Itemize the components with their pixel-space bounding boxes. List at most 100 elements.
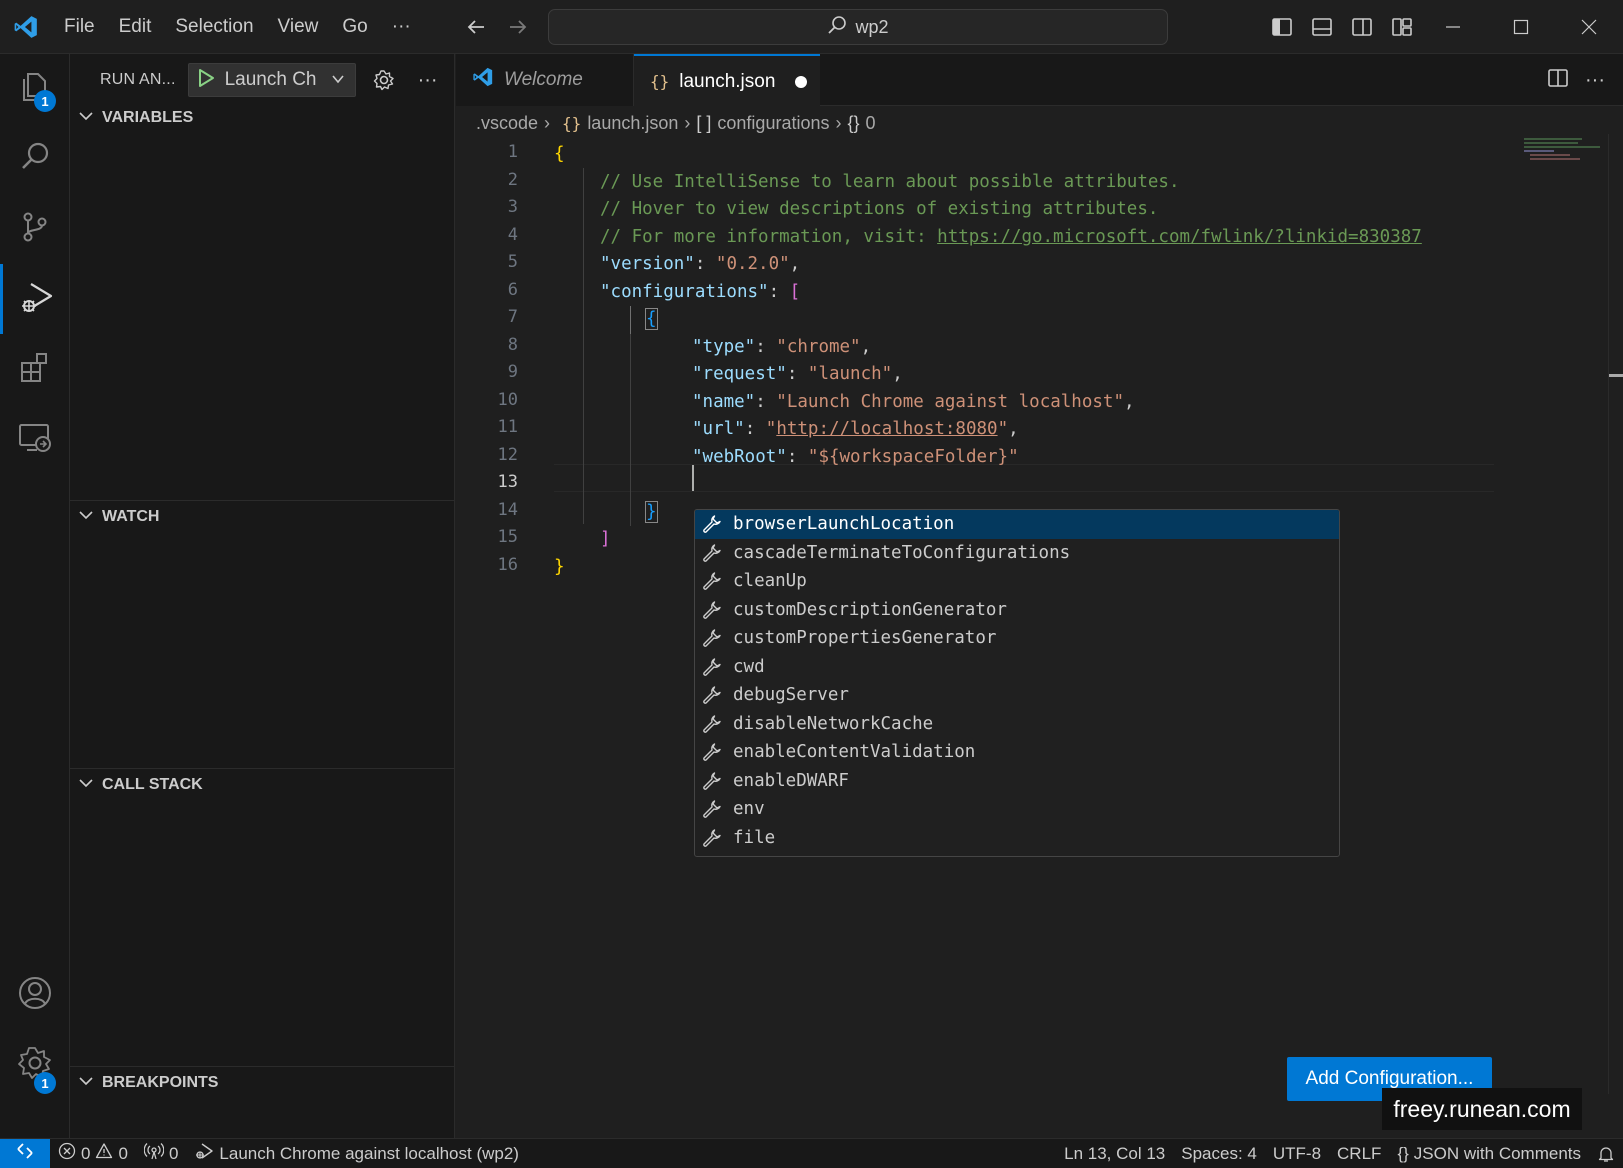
status-bar-right: Ln 13, Col 13 Spaces: 4 UTF-8 CRLF {} JS… (1056, 1139, 1623, 1168)
wrench-icon (701, 741, 723, 763)
suggest-item[interactable]: cwd (695, 653, 1339, 682)
encoding-status[interactable]: UTF-8 (1265, 1139, 1329, 1168)
line-number: 16 (497, 554, 518, 575)
line-number: 8 (507, 334, 518, 355)
suggest-item[interactable]: customPropertiesGenerator (695, 624, 1339, 653)
indent-guide (630, 306, 631, 526)
back-arrow-icon[interactable] (462, 13, 490, 41)
breadcrumb-file[interactable]: launch.json (587, 113, 678, 134)
activity-manage[interactable]: 1 (0, 1030, 70, 1100)
breadcrumb-object-index[interactable]: 0 (866, 113, 876, 134)
remote-explorer-icon (17, 419, 53, 460)
title-bar: File Edit Selection View Go ··· wp2 (0, 0, 1623, 54)
vertical-scrollbar[interactable] (1608, 134, 1623, 1094)
tab-launch-json[interactable]: {} launch.json (634, 54, 820, 107)
language-mode-status[interactable]: {} JSON with Comments (1389, 1139, 1589, 1168)
activity-accounts[interactable] (0, 960, 70, 1030)
menu-more[interactable]: ··· (380, 0, 423, 54)
more-actions-icon[interactable]: ··· (412, 64, 444, 96)
suggest-item[interactable]: cleanUp (695, 567, 1339, 596)
suggest-item[interactable]: cascadeTerminateToConfigurations (695, 539, 1339, 568)
toggle-panel-icon[interactable] (1308, 13, 1336, 41)
eol-status[interactable]: CRLF (1329, 1139, 1389, 1168)
suggest-item[interactable]: enableDWARF (695, 767, 1339, 796)
code-line-14: } (645, 500, 658, 523)
command-center-search[interactable]: wp2 (548, 9, 1168, 45)
toggle-secondary-sidebar-icon[interactable] (1348, 13, 1376, 41)
activity-explorer[interactable]: 1 (0, 54, 70, 124)
manage-badge: 1 (34, 1072, 56, 1094)
launch-configuration-select[interactable]: Launch Ch (187, 63, 356, 97)
activity-run-and-debug[interactable] (0, 264, 70, 334)
line-number: 9 (507, 362, 518, 382)
suggest-item[interactable]: browserLaunchLocation (695, 510, 1339, 539)
activity-source-control[interactable] (0, 194, 70, 264)
call-stack-section-header[interactable]: CALL STACK (70, 768, 455, 802)
suggest-item[interactable]: debugServer (695, 681, 1339, 710)
debug-target-status[interactable]: Launch Chrome against localhost (wp2) (186, 1139, 527, 1168)
line-number: 14 (497, 499, 518, 520)
run-debug-icon (19, 279, 55, 320)
toggle-primary-sidebar-icon[interactable] (1268, 13, 1296, 41)
breakpoints-section-header[interactable]: BREAKPOINTS (70, 1066, 455, 1100)
menu-edit[interactable]: Edit (107, 0, 164, 54)
start-debugging-icon[interactable] (197, 68, 215, 93)
menu-selection[interactable]: Selection (163, 0, 265, 54)
breadcrumb-folder[interactable]: .vscode (476, 113, 538, 134)
unsaved-dot-icon[interactable] (795, 75, 808, 88)
more-actions-icon[interactable]: ··· (1585, 69, 1605, 92)
editor-actions: ··· (1547, 54, 1605, 106)
ports-status[interactable]: 0 (136, 1139, 186, 1168)
error-icon (58, 1142, 76, 1165)
vscode-logo-icon (472, 66, 494, 94)
activity-remote-explorer[interactable] (0, 404, 70, 474)
activity-bar: 1 1 (0, 54, 70, 1138)
explorer-badge: 1 (34, 90, 56, 112)
suggest-item[interactable]: file (695, 824, 1339, 853)
minimize-icon[interactable] (1419, 0, 1487, 54)
menu-view[interactable]: View (266, 0, 331, 54)
suggest-item[interactable]: customDescriptionGenerator (695, 596, 1339, 625)
activity-search[interactable] (0, 124, 70, 194)
notifications-bell-icon[interactable] (1589, 1139, 1623, 1168)
forward-arrow-icon[interactable] (504, 13, 532, 41)
scrollbar-cursor-marker (1609, 374, 1623, 377)
variables-section-header[interactable]: VARIABLES (70, 101, 455, 135)
customize-layout-icon[interactable] (1388, 13, 1416, 41)
menu-go[interactable]: Go (330, 0, 379, 54)
breadcrumb-configurations[interactable]: configurations (717, 113, 829, 134)
minimap[interactable] (1520, 134, 1610, 184)
code-line-6: "configurations": [ (600, 281, 801, 302)
account-icon (17, 975, 53, 1016)
sidebar-title: RUN AN... (100, 71, 176, 88)
maximize-icon[interactable] (1487, 0, 1555, 54)
chevron-down-icon (78, 1073, 94, 1094)
problems-status[interactable]: 0 0 (50, 1139, 136, 1168)
open-launch-json-gear-icon[interactable] (368, 64, 400, 96)
intellisense-suggest-widget: browserLaunchLocation cascadeTerminateTo… (694, 509, 1340, 857)
array-icon: [ ] (696, 112, 712, 133)
call-stack-title: CALL STACK (102, 776, 203, 793)
split-editor-icon[interactable] (1547, 67, 1569, 94)
suggest-item[interactable]: disableNetworkCache (695, 710, 1339, 739)
activity-extensions[interactable] (0, 334, 70, 404)
indentation-status[interactable]: Spaces: 4 (1173, 1139, 1265, 1168)
navigation-arrows (462, 0, 532, 54)
fwlink-url[interactable]: https://go.microsoft.com/fwlink/?linkid=… (937, 227, 1422, 247)
run-and-debug-sidebar: RUN AN... Launch Ch ··· VARIABLES WATCH … (70, 54, 455, 1138)
line-number: 3 (507, 197, 518, 217)
menu-file[interactable]: File (52, 0, 107, 54)
suggest-item[interactable]: enableContentValidation (695, 738, 1339, 767)
close-icon[interactable] (1555, 0, 1623, 54)
localhost-url[interactable]: http://localhost:8080 (776, 419, 997, 439)
wrench-icon (701, 542, 723, 564)
line-number: 5 (507, 252, 518, 272)
wrench-icon (701, 713, 723, 735)
cursor-position-status[interactable]: Ln 13, Col 13 (1056, 1139, 1173, 1168)
extensions-icon (18, 350, 52, 389)
watch-section-header[interactable]: WATCH (70, 500, 455, 534)
tab-welcome[interactable]: Welcome (456, 54, 634, 106)
remote-indicator[interactable] (0, 1138, 50, 1168)
suggest-item[interactable]: env (695, 795, 1339, 824)
language-mode-label: JSON with Comments (1413, 1144, 1581, 1163)
